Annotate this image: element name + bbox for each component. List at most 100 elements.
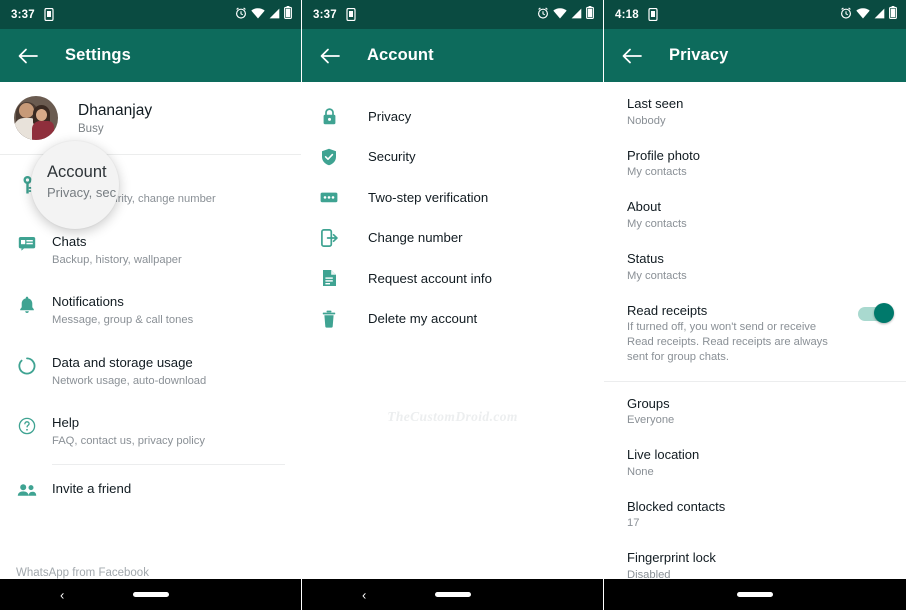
back-arrow-icon[interactable] bbox=[16, 44, 40, 68]
panel-settings: 3:37 Settings Dhananjay Busy Privacy, se… bbox=[0, 0, 302, 610]
status-bar-time: 3:37 bbox=[11, 8, 35, 21]
sidebar-item-notifications[interactable]: Notifications Message, group & call tone… bbox=[0, 280, 301, 341]
privacy-content: Last seen Nobody Profile photo My contac… bbox=[604, 82, 906, 610]
item-title: Last seen bbox=[627, 96, 684, 111]
item-title: Invite a friend bbox=[52, 480, 132, 496]
account-item-delete[interactable]: Delete my account bbox=[302, 299, 603, 340]
alarm-icon bbox=[537, 6, 549, 24]
profile-row[interactable]: Dhananjay Busy bbox=[0, 82, 301, 155]
item-subtitle: Network usage, auto-download bbox=[52, 374, 207, 387]
item-title: Notifications bbox=[52, 294, 124, 310]
footer-note: WhatsApp from Facebook bbox=[16, 567, 149, 579]
wifi-icon bbox=[251, 6, 265, 24]
alarm-icon bbox=[235, 6, 247, 24]
battery-icon bbox=[284, 5, 292, 24]
app-bar-settings: Settings bbox=[0, 29, 301, 82]
vibrate-icon bbox=[648, 8, 658, 21]
profile-name: Dhananjay bbox=[78, 102, 153, 120]
signal-icon bbox=[269, 6, 280, 24]
item-value: Everyone bbox=[627, 414, 675, 427]
account-item-two-step[interactable]: Two-step verification bbox=[302, 177, 603, 218]
wifi-icon bbox=[553, 6, 567, 24]
app-bar-account: Account bbox=[302, 29, 603, 82]
android-nav-bar: ‹ bbox=[0, 579, 301, 610]
avatar bbox=[14, 96, 58, 140]
privacy-item-groups[interactable]: Groups Everyone bbox=[604, 386, 906, 438]
panel-account: 3:37 Account Privacy Security Two-step v… bbox=[302, 0, 604, 610]
shield-icon bbox=[316, 148, 342, 166]
panel-privacy: 4:18 Privacy Last seen Nobody Profile ph… bbox=[604, 0, 906, 610]
list-divider bbox=[604, 380, 906, 382]
magnifier-title: Account bbox=[47, 163, 107, 181]
back-arrow-icon[interactable] bbox=[318, 44, 342, 68]
item-value: If turned off, you won't send or receive… bbox=[627, 321, 828, 364]
profile-status: Busy bbox=[78, 122, 104, 135]
read-receipts-toggle[interactable] bbox=[858, 303, 894, 324]
account-list: Privacy Security Two-step verification C… bbox=[302, 82, 603, 339]
account-content: Privacy Security Two-step verification C… bbox=[302, 82, 603, 610]
vibrate-icon bbox=[44, 8, 54, 21]
data-usage-icon bbox=[14, 354, 40, 375]
privacy-item-profile-photo[interactable]: Profile photo My contacts bbox=[604, 138, 906, 190]
status-bar-icons bbox=[840, 5, 897, 24]
sidebar-item-chats[interactable]: Chats Backup, history, wallpaper bbox=[0, 220, 301, 281]
back-arrow-icon[interactable] bbox=[620, 44, 644, 68]
signal-icon bbox=[571, 6, 582, 24]
item-title: Read receipts bbox=[627, 302, 708, 318]
magnifier-subtitle: Privacy, sec ty, change number bbox=[47, 185, 119, 200]
item-value: My contacts bbox=[627, 217, 687, 230]
item-value: 17 bbox=[627, 517, 640, 530]
invite-icon bbox=[14, 480, 40, 497]
item-value: My contacts bbox=[627, 269, 687, 282]
account-item-change-number[interactable]: Change number bbox=[302, 218, 603, 259]
sidebar-item-help[interactable]: Help FAQ, contact us, privacy policy bbox=[0, 401, 301, 462]
app-bar-privacy: Privacy bbox=[604, 29, 906, 82]
privacy-item-last-seen[interactable]: Last seen Nobody bbox=[604, 86, 906, 138]
magnifier-account: Account Privacy, sec ty, change number bbox=[31, 141, 119, 229]
page-title: Settings bbox=[65, 46, 131, 64]
battery-icon bbox=[889, 5, 897, 24]
item-title: Help bbox=[52, 415, 80, 431]
battery-icon bbox=[586, 5, 594, 24]
privacy-item-status[interactable]: Status My contacts bbox=[604, 241, 906, 293]
sidebar-item-invite[interactable]: Invite a friend bbox=[0, 467, 301, 511]
privacy-list: Last seen Nobody Profile photo My contac… bbox=[604, 82, 906, 592]
android-nav-bar: ‹ bbox=[302, 579, 603, 610]
account-item-security[interactable]: Security bbox=[302, 137, 603, 178]
profile-text: Dhananjay Busy bbox=[78, 101, 152, 134]
nav-home-pill[interactable] bbox=[434, 592, 471, 597]
account-item-request-info[interactable]: Request account info bbox=[302, 258, 603, 299]
item-title: Status bbox=[627, 250, 664, 266]
privacy-item-blocked-contacts[interactable]: Blocked contacts 17 bbox=[604, 489, 906, 541]
status-bar: 3:37 bbox=[302, 0, 603, 29]
item-subtitle: FAQ, contact us, privacy policy bbox=[52, 435, 205, 448]
nav-home-pill[interactable] bbox=[737, 592, 773, 597]
sidebar-item-data-storage[interactable]: Data and storage usage Network usage, au… bbox=[0, 341, 301, 402]
privacy-item-about[interactable]: About My contacts bbox=[604, 189, 906, 241]
item-value: Nobody bbox=[627, 114, 666, 127]
item-title: Groups bbox=[627, 395, 670, 411]
account-item-privacy[interactable]: Privacy bbox=[302, 96, 603, 137]
item-title: Live location bbox=[627, 447, 700, 463]
item-title: Request account info bbox=[368, 270, 492, 286]
nav-back-button[interactable]: ‹ bbox=[60, 588, 64, 601]
signal-icon bbox=[874, 6, 885, 24]
sidebar-item-text: Data and storage usage Network usage, au… bbox=[52, 354, 206, 389]
sidebar-item-text: Help FAQ, contact us, privacy policy bbox=[52, 414, 205, 449]
toggle-knob bbox=[874, 303, 894, 324]
nav-home-pill[interactable] bbox=[132, 592, 169, 597]
page-title: Privacy bbox=[669, 46, 729, 64]
item-value: My contacts bbox=[627, 166, 687, 179]
item-title: About bbox=[627, 199, 661, 215]
status-bar: 4:18 bbox=[604, 0, 906, 29]
sidebar-item-text: Invite a friend bbox=[52, 480, 131, 498]
sidebar-item-text: Chats Backup, history, wallpaper bbox=[52, 233, 182, 268]
privacy-item-read-receipts[interactable]: Read receipts If turned off, you won't s… bbox=[604, 293, 906, 375]
item-title: Two-step verification bbox=[368, 189, 489, 205]
sidebar-item-text: Notifications Message, group & call tone… bbox=[52, 293, 193, 328]
watermark: TheCustomDroid.com bbox=[387, 409, 518, 424]
keypad-icon bbox=[316, 191, 342, 204]
privacy-item-live-location[interactable]: Live location None bbox=[604, 437, 906, 489]
nav-back-button[interactable]: ‹ bbox=[362, 588, 366, 601]
vibrate-icon bbox=[346, 8, 356, 21]
